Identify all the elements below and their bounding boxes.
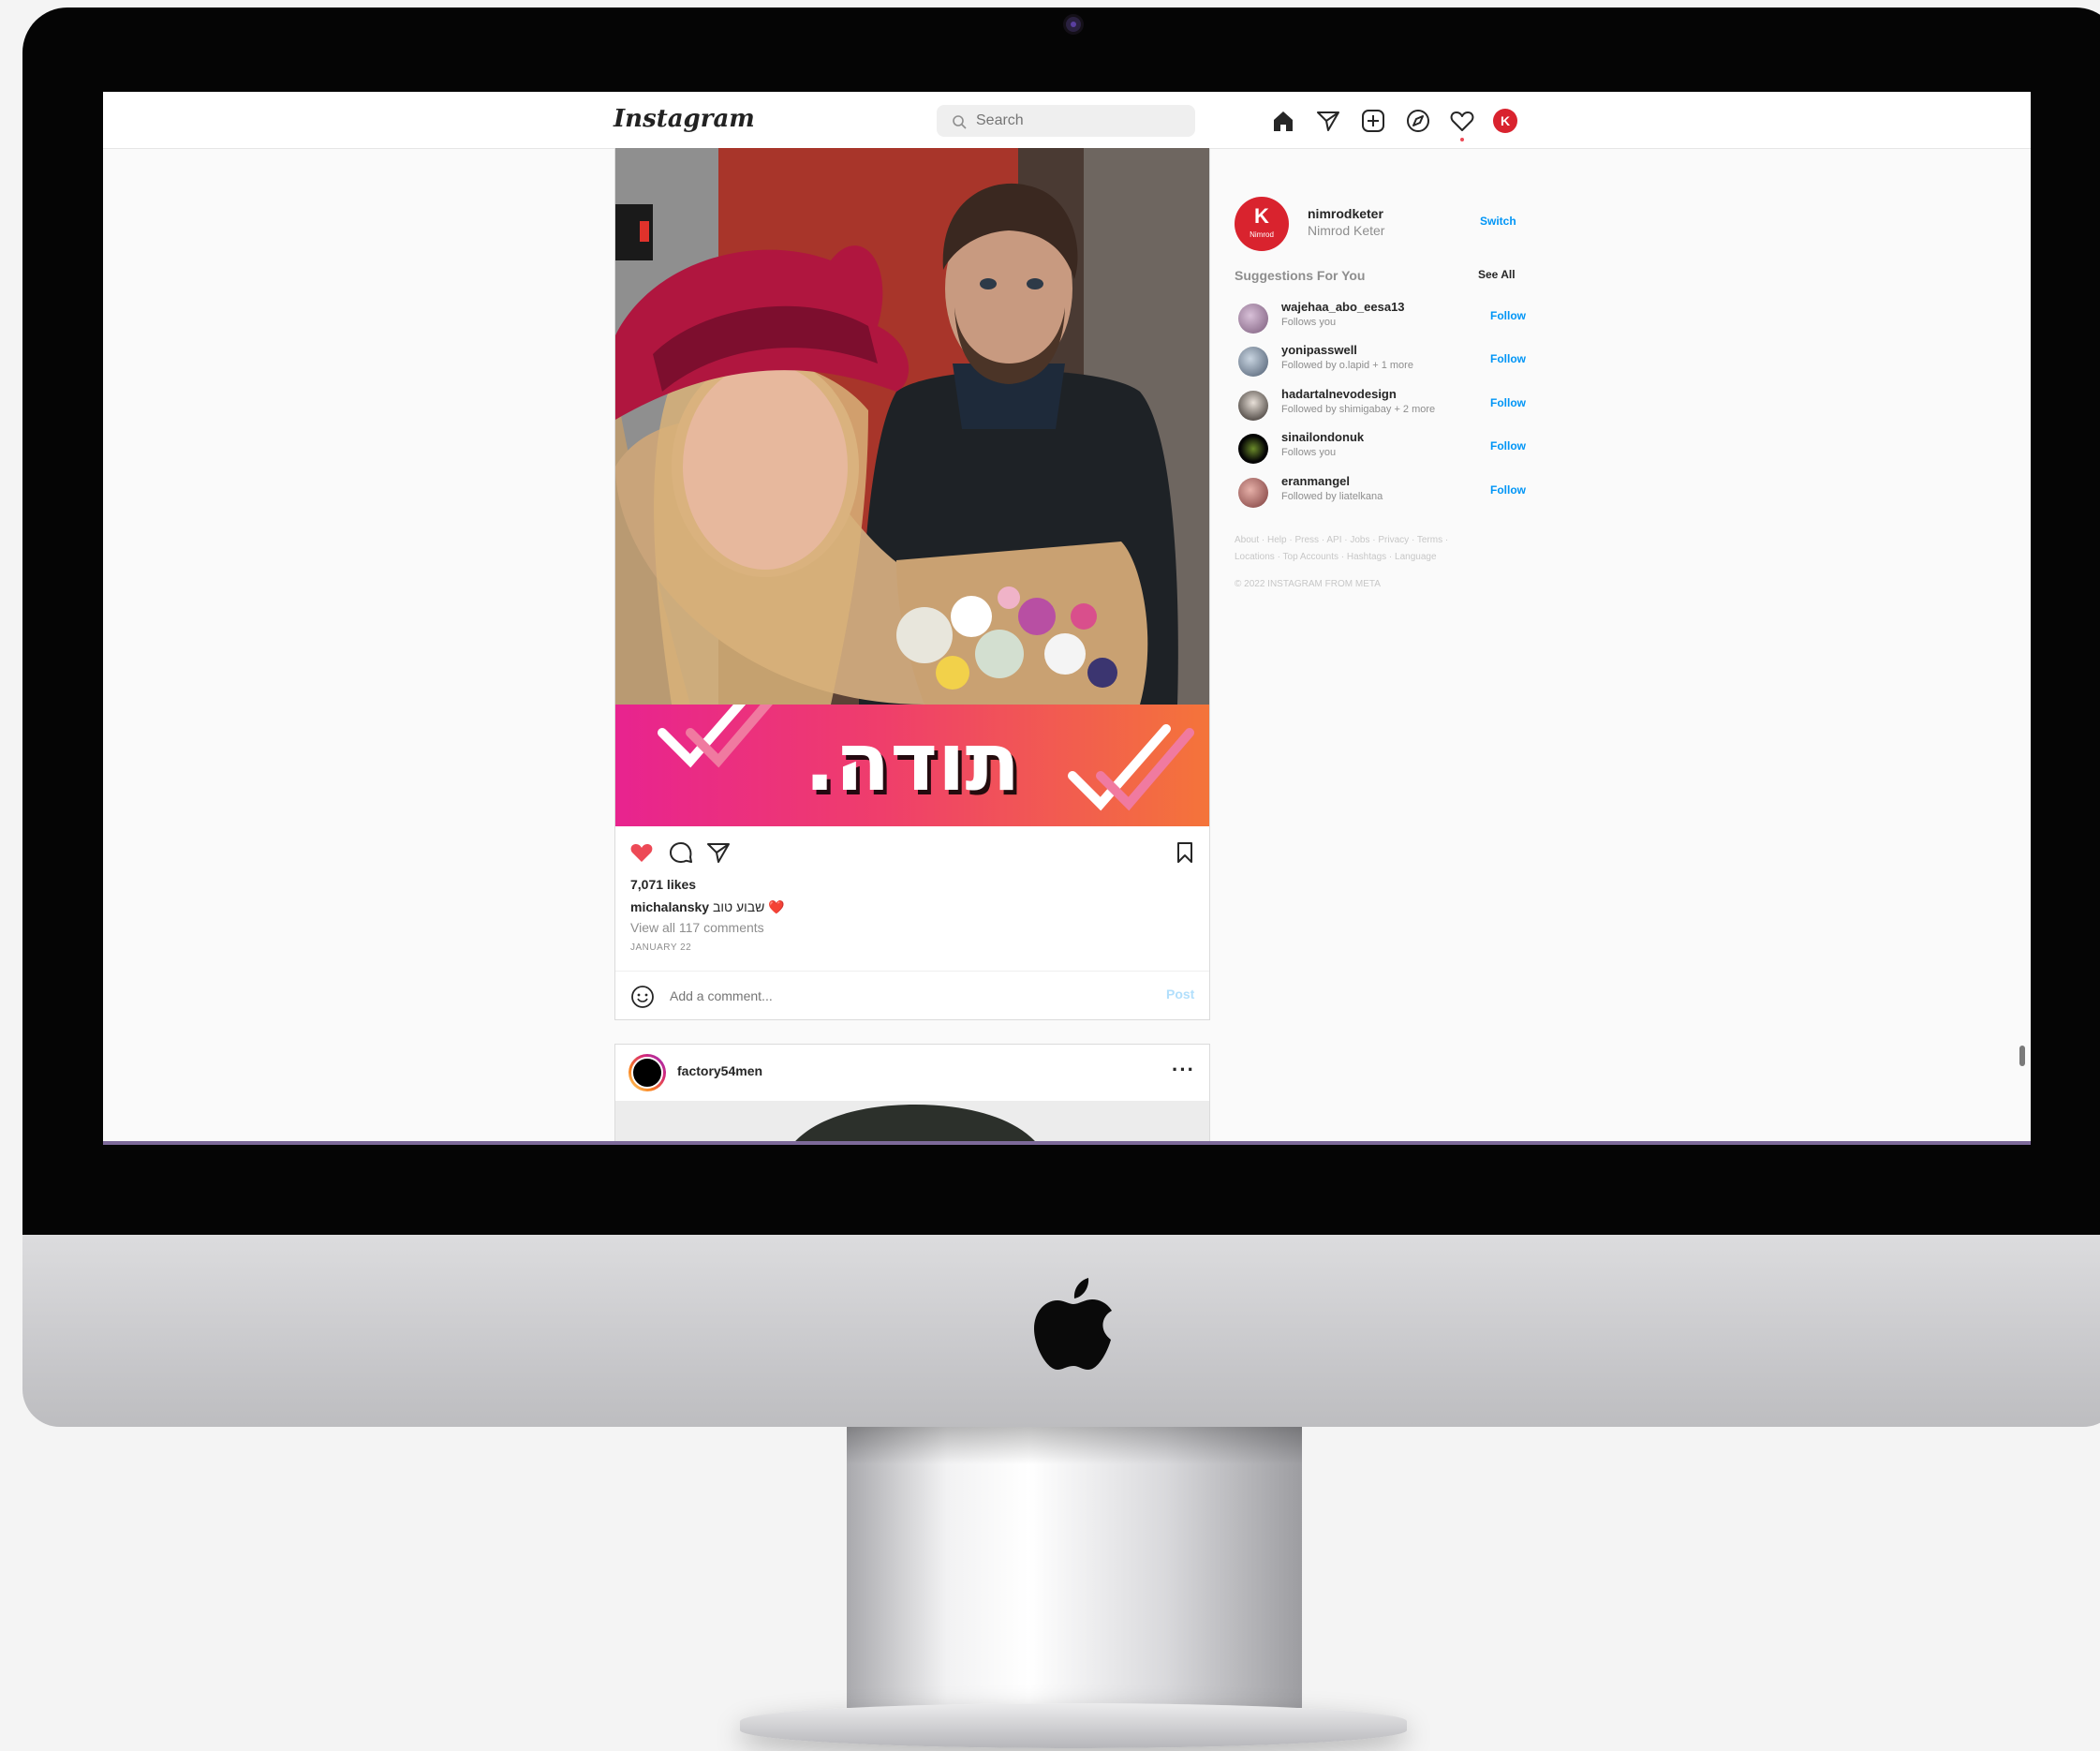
copyright: © 2022 INSTAGRAM FROM META bbox=[1235, 579, 1381, 589]
suggestion-item: eranmangel Followed by liatelkana Follow bbox=[1235, 474, 1526, 512]
stand-shadow bbox=[847, 1427, 1302, 1464]
search-input[interactable] bbox=[976, 105, 1182, 137]
follow-button[interactable]: Follow bbox=[1490, 309, 1526, 322]
follow-button[interactable]: Follow bbox=[1490, 396, 1526, 409]
suggestion-subtitle: Followed by shimigabay + 2 more bbox=[1281, 404, 1436, 415]
avatar[interactable] bbox=[629, 1054, 666, 1091]
suggestion-username[interactable]: sinailondonuk bbox=[1281, 430, 1364, 444]
current-user-avatar[interactable]: K Nimrod bbox=[1235, 197, 1289, 251]
more-options-icon[interactable]: ··· bbox=[1172, 1058, 1195, 1082]
avatar-caption: Nimrod bbox=[1250, 230, 1274, 239]
suggestion-item: sinailondonuk Follows you Follow bbox=[1235, 430, 1526, 467]
likes-count[interactable]: 7,071 likes bbox=[630, 877, 696, 892]
activity-icon[interactable] bbox=[1449, 108, 1475, 134]
suggestion-subtitle: Follows you bbox=[1281, 317, 1337, 328]
avatar-letter: K bbox=[1254, 204, 1269, 228]
browser-screen: Instagram K bbox=[103, 92, 2031, 1145]
post-photo[interactable] bbox=[615, 148, 1209, 705]
follow-button[interactable]: Follow bbox=[1490, 352, 1526, 365]
explore-icon[interactable] bbox=[1405, 108, 1431, 134]
scrollbar-thumb[interactable] bbox=[2019, 1046, 2025, 1066]
new-post-icon[interactable] bbox=[1360, 108, 1386, 134]
emoji-icon[interactable] bbox=[630, 985, 655, 1009]
profile-avatar[interactable]: K bbox=[1493, 109, 1517, 133]
suggestion-item: hadartalnevodesign Followed by shimigaba… bbox=[1235, 387, 1526, 424]
avatar[interactable] bbox=[1238, 478, 1268, 508]
feed-post: תודה. 7,071 likes michalansky שבוע טוב ❤… bbox=[614, 148, 1210, 1020]
bookmark-icon[interactable] bbox=[1172, 839, 1198, 866]
suggestion-subtitle: Follows you bbox=[1281, 447, 1337, 458]
search-icon bbox=[953, 115, 967, 129]
see-all-link[interactable]: See All bbox=[1478, 268, 1516, 281]
top-navigation: Instagram K bbox=[103, 92, 2031, 149]
suggestion-subtitle: Followed by liatelkana bbox=[1281, 491, 1383, 502]
suggestion-username[interactable]: eranmangel bbox=[1281, 474, 1350, 488]
home-icon[interactable] bbox=[1270, 108, 1296, 134]
suggestion-subtitle: Followed by o.lapid + 1 more bbox=[1281, 360, 1413, 371]
switch-account-button[interactable]: Switch bbox=[1480, 215, 1516, 228]
webcam bbox=[1066, 17, 1081, 32]
comment-input[interactable] bbox=[670, 981, 1119, 1011]
like-heart-icon[interactable] bbox=[629, 839, 655, 866]
footer-links-line[interactable]: Locations · Top Accounts · Hashtags · La… bbox=[1235, 549, 1516, 566]
imac-stand bbox=[847, 1427, 1302, 1708]
suggestion-item: yonipasswell Followed by o.lapid + 1 mor… bbox=[1235, 343, 1526, 380]
comment-bar: Post bbox=[615, 971, 1209, 1020]
follow-button[interactable]: Follow bbox=[1490, 483, 1526, 497]
avatar[interactable] bbox=[1238, 434, 1268, 464]
banner-text: תודה. bbox=[804, 716, 1021, 809]
caption-text: שבוע טוב ❤️ bbox=[712, 899, 785, 914]
instagram-logo[interactable]: Instagram bbox=[614, 105, 755, 133]
search-box[interactable] bbox=[937, 105, 1195, 137]
post-photo[interactable] bbox=[615, 1101, 1209, 1145]
footer-links-line[interactable]: About · Help · Press · API · Jobs · Priv… bbox=[1235, 532, 1516, 549]
promo-banner: תודה. bbox=[615, 705, 1209, 826]
view-comments-link[interactable]: View all 117 comments bbox=[630, 920, 764, 935]
post-date: JANUARY 22 bbox=[630, 942, 692, 953]
avatar[interactable] bbox=[1238, 391, 1268, 421]
suggestion-item: wajehaa_abo_eesa13 Follows you Follow bbox=[1235, 300, 1526, 337]
direct-icon[interactable] bbox=[1315, 108, 1341, 134]
avatar[interactable] bbox=[1238, 347, 1268, 377]
comment-icon[interactable] bbox=[668, 839, 694, 866]
imac-foot bbox=[740, 1703, 1407, 1748]
footer-links[interactable]: About · Help · Press · API · Jobs · Priv… bbox=[1235, 532, 1516, 566]
post-actions bbox=[615, 826, 1209, 873]
caption-username[interactable]: michalansky bbox=[630, 899, 709, 914]
suggestion-username[interactable]: yonipasswell bbox=[1281, 343, 1357, 357]
post-comment-button[interactable]: Post bbox=[1166, 987, 1194, 1002]
current-username[interactable]: nimrodketer bbox=[1308, 206, 1383, 221]
follow-button[interactable]: Follow bbox=[1490, 439, 1526, 453]
feed-post: factory54men ··· bbox=[614, 1044, 1210, 1145]
suggestion-username[interactable]: wajehaa_abo_eesa13 bbox=[1281, 300, 1405, 314]
avatar[interactable] bbox=[1238, 304, 1268, 334]
apple-logo-icon bbox=[1034, 1278, 1112, 1370]
suggestion-username[interactable]: hadartalnevodesign bbox=[1281, 387, 1397, 401]
notification-dot bbox=[1460, 138, 1464, 141]
share-icon[interactable] bbox=[705, 839, 732, 866]
post-username[interactable]: factory54men bbox=[677, 1063, 762, 1078]
screen-edge bbox=[103, 1141, 2031, 1145]
post-caption: michalansky שבוע טוב ❤️ bbox=[630, 899, 785, 915]
current-full-name: Nimrod Keter bbox=[1308, 223, 1385, 238]
suggestions-title: Suggestions For You bbox=[1235, 268, 1366, 283]
